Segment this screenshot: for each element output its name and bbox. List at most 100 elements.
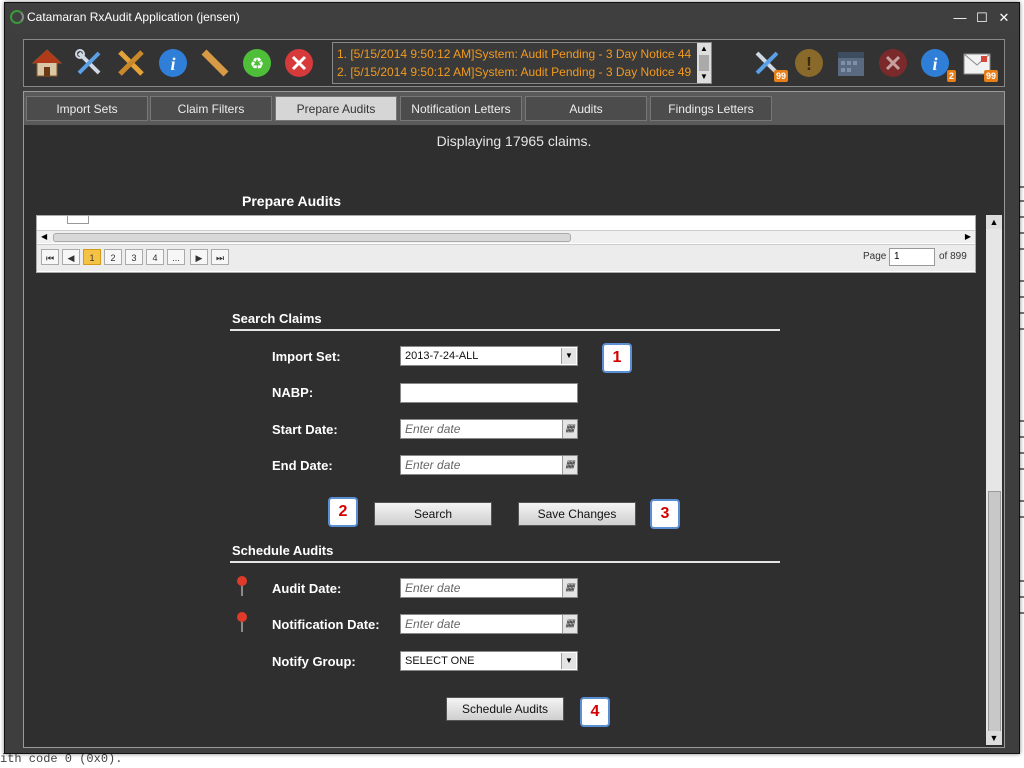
notification-date-placeholder: Enter date <box>405 617 461 631</box>
calendar-icon[interactable]: ▦ <box>562 420 577 438</box>
schedule-audits-heading: Schedule Audits <box>232 543 334 558</box>
search-claims-heading: Search Claims <box>232 311 322 326</box>
scroll-thumb[interactable] <box>988 491 1001 733</box>
callout-1: 1 <box>602 343 632 373</box>
page-label: Page <box>863 251 887 262</box>
vertical-scrollbar[interactable]: ▲ ▼ <box>986 215 1002 745</box>
notification-date-input[interactable]: Enter date ▦ <box>400 614 578 634</box>
next-page-button[interactable]: ▶ <box>190 249 208 265</box>
maximize-button[interactable]: ☐ <box>973 9 991 27</box>
first-page-button[interactable]: ⏮ <box>41 249 59 265</box>
page-count: of 899 <box>939 251 967 262</box>
mail-icon[interactable]: 99 <box>960 46 998 82</box>
tab-import-sets[interactable]: Import Sets <box>26 96 148 121</box>
prepare-audits-panel: Displaying 17965 claims. Prepare Audits … <box>23 125 1005 748</box>
tab-findings-letters[interactable]: Findings Letters <box>650 96 772 121</box>
background-text: ith code 0 (0x0). <box>0 752 123 766</box>
svg-text:i: i <box>170 54 175 74</box>
info-icon[interactable]: i <box>156 46 190 80</box>
last-page-button[interactable]: ⏭ <box>211 249 229 265</box>
scroll-down-icon[interactable]: ▼ <box>697 71 711 83</box>
close-red-icon[interactable] <box>282 46 316 80</box>
tab-audits[interactable]: Audits <box>525 96 647 121</box>
import-set-select[interactable]: 2013-7-24-ALL ▼ <box>400 346 578 366</box>
grid-pager: ⏮ ◀ 1 2 3 4 ... ▶ ⏭ Page 1 of 899 <box>37 244 975 271</box>
calendar-icon[interactable]: ▦ <box>562 615 577 633</box>
page-button[interactable]: 2 <box>104 249 122 265</box>
end-date-placeholder: Enter date <box>405 458 461 472</box>
close-button[interactable]: ✕ <box>995 9 1013 27</box>
app-window: Catamaran RxAudit Application (jensen) —… <box>4 2 1020 754</box>
tab-strip: Import Sets Claim Filters Prepare Audits… <box>23 91 1005 127</box>
audit-date-input[interactable]: Enter date ▦ <box>400 578 578 598</box>
save-changes-button[interactable]: Save Changes <box>518 502 636 526</box>
svg-text:♻: ♻ <box>250 56 264 73</box>
nabp-input[interactable] <box>400 383 578 403</box>
pin-icon <box>237 576 247 596</box>
page-button[interactable]: ... <box>167 249 185 265</box>
schedule-audits-button[interactable]: Schedule Audits <box>446 697 564 721</box>
toolbar: i ♻ 1. [5/15/2014 9:50:12 AM]System: Aud… <box>23 39 1005 87</box>
notification-badge: 99 <box>773 70 788 82</box>
scroll-left-icon[interactable]: ◀ <box>41 231 47 243</box>
window-title: Catamaran RxAudit Application (jensen) <box>27 10 240 24</box>
end-date-input[interactable]: Enter date ▦ <box>400 455 578 475</box>
scroll-up-icon[interactable]: ▲ <box>697 43 711 55</box>
horizontal-scrollbar[interactable]: ◀ ▶ <box>37 230 975 243</box>
calendar-icon[interactable]: ▦ <box>562 579 577 597</box>
calendar-icon[interactable] <box>834 46 868 80</box>
page-button[interactable]: 1 <box>83 249 101 265</box>
svg-text:!: ! <box>806 54 812 74</box>
chevron-down-icon[interactable]: ▼ <box>561 348 576 364</box>
callout-3: 3 <box>650 499 680 529</box>
import-set-value: 2013-7-24-ALL <box>405 350 479 362</box>
tab-claim-filters[interactable]: Claim Filters <box>150 96 272 121</box>
tools-icon[interactable]: 99 <box>750 46 788 82</box>
info-icon[interactable]: i 2 <box>918 46 956 82</box>
notify-group-value: SELECT ONE <box>405 655 475 667</box>
wrench-cross-icon[interactable] <box>114 46 148 80</box>
chevron-down-icon[interactable]: ▼ <box>561 653 576 669</box>
scroll-down-icon[interactable]: ▼ <box>986 731 1002 745</box>
callout-2: 2 <box>328 497 358 527</box>
pin-icon <box>237 612 247 632</box>
divider <box>230 329 780 331</box>
home-icon[interactable] <box>30 46 64 80</box>
minimize-button[interactable]: — <box>951 9 969 27</box>
scroll-thumb[interactable] <box>699 55 709 71</box>
message-list[interactable]: 1. [5/15/2014 9:50:12 AM]System: Audit P… <box>332 42 712 84</box>
prev-page-button[interactable]: ◀ <box>62 249 80 265</box>
audit-date-placeholder: Enter date <box>405 581 461 595</box>
callout-4: 4 <box>580 697 610 727</box>
end-date-label: End Date: <box>272 458 333 473</box>
audit-date-label: Audit Date: <box>272 581 342 596</box>
message-item[interactable]: 2. [5/15/2014 9:50:12 AM]System: Audit P… <box>337 65 691 79</box>
close-red-icon[interactable] <box>876 46 910 80</box>
message-scrollbar[interactable]: ▲ ▼ <box>697 43 711 83</box>
scroll-right-icon[interactable]: ▶ <box>965 231 971 243</box>
page-button[interactable]: 3 <box>125 249 143 265</box>
notification-badge: 2 <box>946 70 956 82</box>
ruler-icon[interactable] <box>198 46 232 80</box>
message-item[interactable]: 1. [5/15/2014 9:50:12 AM]System: Audit P… <box>337 47 691 61</box>
notify-group-label: Notify Group: <box>272 654 356 669</box>
divider <box>230 561 780 563</box>
title-bar[interactable]: Catamaran RxAudit Application (jensen) —… <box>5 3 1019 33</box>
start-date-label: Start Date: <box>272 422 338 437</box>
page-number-input[interactable]: 1 <box>889 248 935 266</box>
tools-icon[interactable] <box>72 46 106 80</box>
tab-notification-letters[interactable]: Notification Letters <box>400 96 522 121</box>
start-date-input[interactable]: Enter date ▦ <box>400 419 578 439</box>
page-title: Prepare Audits <box>242 193 342 209</box>
scroll-thumb[interactable] <box>53 233 571 242</box>
tab-prepare-audits[interactable]: Prepare Audits <box>275 96 397 121</box>
claims-grid[interactable]: ◀ ▶ ⏮ ◀ 1 2 3 4 ... ▶ ⏭ Page 1 of 899 <box>36 215 976 273</box>
page-button[interactable]: 4 <box>146 249 164 265</box>
scroll-up-icon[interactable]: ▲ <box>986 215 1002 229</box>
notify-group-select[interactable]: SELECT ONE ▼ <box>400 651 578 671</box>
search-button[interactable]: Search <box>374 502 492 526</box>
calendar-icon[interactable]: ▦ <box>562 456 577 474</box>
recycle-icon[interactable]: ♻ <box>240 46 274 80</box>
alert-icon[interactable]: ! <box>792 46 826 80</box>
table-row[interactable] <box>37 216 975 228</box>
